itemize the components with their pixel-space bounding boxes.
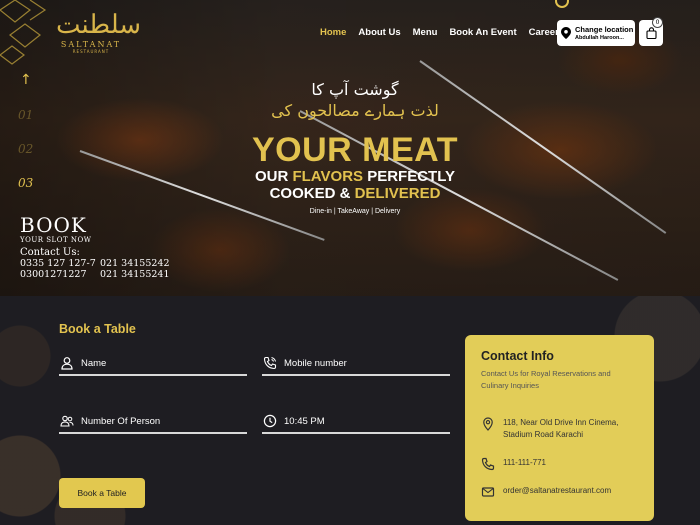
location-value: Abdullah Haroon...: [575, 34, 624, 41]
user-icon: [61, 357, 73, 370]
contact-label: Contact Us:: [20, 247, 80, 258]
cart-count-badge: 0: [652, 17, 663, 28]
hero-line-delivered: COOKED & DELIVERED: [269, 185, 441, 202]
phone-number: 0335 127 127-7: [20, 258, 96, 269]
nav-about-us[interactable]: About Us: [358, 27, 400, 38]
ornament-icon: [0, 0, 47, 65]
slider-pagination: ↑ 01 02 03: [18, 72, 33, 190]
contact-info-card: Contact Info Contact Us for Royal Reserv…: [465, 335, 654, 521]
name-placeholder: Name: [81, 357, 107, 369]
persons-field[interactable]: Number Of Person: [59, 410, 247, 434]
logo-text: SALTANAT: [60, 40, 122, 49]
contact-phone-row[interactable]: 111-111-771: [481, 457, 546, 471]
shopping-bag-icon: [645, 27, 657, 39]
book-heading: BOOK: [20, 213, 87, 237]
change-location-button[interactable]: Change location Abdullah Haroon...: [557, 20, 635, 46]
persons-placeholder: Number Of Person: [81, 415, 161, 427]
time-field[interactable]: 10:45 PM: [262, 410, 450, 434]
main-nav: Home About Us Menu Book An Event Career: [320, 27, 571, 38]
contact-phone: 111-111-771: [503, 458, 546, 467]
location-title: Change location: [575, 24, 634, 34]
hero-headline: YOUR MEAT: [252, 131, 458, 169]
nav-career[interactable]: Career: [529, 27, 559, 38]
urdu-tagline-2: لذت ہمارے مصالحوں کی: [271, 101, 439, 120]
form-title: Book a Table: [59, 322, 136, 336]
logo-mark: سلطنت: [56, 10, 142, 40]
hero-text: گوشت آپ کا لذت ہمارے مصالحوں کی YOUR MEA…: [230, 80, 480, 215]
logo-sub: RESTAURANT: [72, 49, 110, 54]
group-icon: [60, 415, 74, 427]
email-icon: [481, 487, 495, 497]
phone-icon: [481, 457, 495, 471]
slide-number[interactable]: 02: [18, 142, 33, 156]
urdu-tagline-1: گوشت آپ کا: [311, 80, 399, 99]
nav-book-an-event[interactable]: Book An Event: [449, 27, 516, 38]
time-value: 10:45 PM: [284, 415, 325, 427]
slide-number-active[interactable]: 03: [18, 176, 33, 190]
phone-number: 021 34155242: [100, 258, 170, 269]
contact-info-title: Contact Info: [481, 349, 554, 363]
nav-home[interactable]: Home: [320, 27, 346, 38]
contact-info-subtitle: Contact Us for Royal Reservations and Cu…: [481, 369, 611, 390]
location-pin-icon: [561, 27, 571, 39]
phone-icon: [263, 356, 277, 370]
phone-list: 0335 127 127-7 021 34155242 03001271227 …: [20, 258, 180, 280]
slide-number[interactable]: 01: [18, 108, 33, 122]
site-logo[interactable]: سلطنت SALTANAT RESTAURANT: [56, 10, 142, 54]
contact-email: order@saltanatrestaurant.com: [503, 486, 612, 495]
service-modes: Dine-in | TakeAway | Delivery: [309, 208, 401, 215]
book-slot-banner: BOOK YOUR SLOT NOW Contact Us: 0335 127 …: [20, 215, 180, 280]
book-subheading: YOUR SLOT NOW: [20, 236, 92, 244]
hero-line-flavors: OUR FLAVORS PERFECTLY: [254, 168, 456, 185]
contact-address: 118, Near Old Drive Inn Cinema, Stadium …: [503, 418, 619, 439]
nav-menu[interactable]: Menu: [413, 27, 438, 38]
location-pin-icon: [483, 417, 493, 431]
mobile-placeholder: Mobile number: [284, 357, 347, 369]
contact-email-row[interactable]: order@saltanatrestaurant.com: [481, 485, 611, 499]
book-table-section: Book a Table Name Mobile number Number O…: [0, 296, 700, 525]
clock-icon: [263, 414, 277, 428]
contact-address-row: 118, Near Old Drive Inn Cinema, Stadium …: [481, 417, 623, 441]
name-field[interactable]: Name: [59, 352, 247, 376]
phone-number: 021 34155241: [100, 269, 170, 280]
mobile-field[interactable]: Mobile number: [262, 352, 450, 376]
book-table-button[interactable]: Book a Table: [59, 478, 145, 508]
arrow-up-icon[interactable]: ↑: [20, 72, 33, 88]
phone-number: 03001271227: [20, 269, 87, 280]
